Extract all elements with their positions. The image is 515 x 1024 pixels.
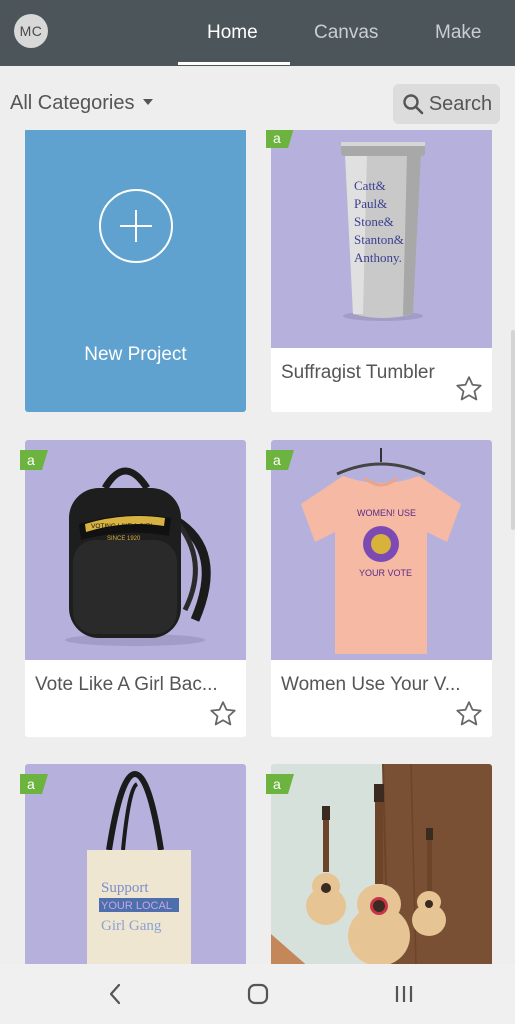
svg-text:a: a <box>273 452 281 468</box>
category-dropdown[interactable]: All Categories <box>10 92 153 115</box>
caret-down-icon <box>142 98 153 105</box>
svg-text:Support: Support <box>101 880 149 896</box>
tab-home[interactable]: Home <box>207 22 258 44</box>
access-badge-icon: a <box>266 450 294 470</box>
favorite-star-icon[interactable] <box>454 374 484 404</box>
project-title: Women Use Your V... <box>281 674 461 695</box>
svg-text:a: a <box>27 776 35 792</box>
recents-icon[interactable] <box>392 982 416 1006</box>
svg-text:WOMEN! USE: WOMEN! USE <box>357 508 416 518</box>
favorite-star-icon[interactable] <box>208 699 238 729</box>
back-icon[interactable] <box>104 982 126 1006</box>
plus-circle-icon <box>99 189 173 263</box>
shirt-image: WOMEN! USE YOUR VOTE <box>271 440 492 660</box>
access-badge-icon: a <box>266 130 294 148</box>
home-icon[interactable] <box>246 982 270 1006</box>
svg-text:a: a <box>273 130 281 146</box>
svg-text:Girl Gang: Girl Gang <box>101 918 162 934</box>
system-nav-bar <box>0 964 515 1024</box>
tote-image: Support YOUR LOCAL Girl Gang <box>25 764 246 964</box>
svg-text:YOUR VOTE: YOUR VOTE <box>359 568 412 578</box>
project-card-tote-bag[interactable]: Support YOUR LOCAL Girl Gang <box>25 764 246 964</box>
search-label: Search <box>428 92 493 115</box>
project-title: Vote Like A Girl Bac... <box>35 674 218 695</box>
guitars-image <box>271 764 492 964</box>
new-project-card[interactable]: New Project <box>25 130 246 412</box>
favorite-star-icon[interactable] <box>454 699 484 729</box>
tab-canvas[interactable]: Canvas <box>314 22 378 44</box>
project-grid[interactable]: New Project Catt& Paul& Stone& Stanton& … <box>0 130 515 964</box>
new-project-label: New Project <box>84 344 187 365</box>
search-icon <box>403 94 424 115</box>
scroll-handle[interactable] <box>511 330 515 530</box>
svg-text:Paul&: Paul& <box>354 196 387 211</box>
top-bar: MC Home Canvas Make <box>0 0 515 66</box>
project-card-suffragist-tumbler[interactable]: Catt& Paul& Stone& Stanton& Anthony. Suf… <box>271 130 492 412</box>
project-title: Suffragist Tumbler <box>281 362 435 383</box>
search-button[interactable]: Search <box>393 84 500 124</box>
access-badge-icon: a <box>266 774 294 794</box>
project-card-vote-like-a-girl-backpack[interactable]: VOTING LIKE A GIRL SINCE 1920 Vote Like … <box>25 440 246 737</box>
svg-text:Catt&: Catt& <box>354 178 386 193</box>
svg-text:Anthony.: Anthony. <box>354 250 402 265</box>
tab-make[interactable]: Make <box>435 22 481 44</box>
svg-text:a: a <box>273 776 281 792</box>
svg-text:SINCE 1920: SINCE 1920 <box>107 536 141 542</box>
svg-text:Stanton&: Stanton& <box>354 232 404 247</box>
access-badge-icon: a <box>20 450 48 470</box>
project-card-guitars[interactable] <box>271 764 492 964</box>
user-avatar[interactable]: MC <box>14 14 48 48</box>
active-tab-indicator <box>178 62 290 65</box>
svg-text:Stone&: Stone& <box>354 214 394 229</box>
svg-text:YOUR LOCAL: YOUR LOCAL <box>101 900 172 912</box>
project-card-women-use-your-vote-shirt[interactable]: WOMEN! USE YOUR VOTE Women Use Your V... <box>271 440 492 737</box>
svg-text:VOTING LIKE A GIRL: VOTING LIKE A GIRL <box>91 523 155 530</box>
svg-text:a: a <box>27 452 35 468</box>
tumbler-image: Catt& Paul& Stone& Stanton& Anthony. <box>271 130 492 348</box>
access-badge-icon: a <box>20 774 48 794</box>
backpack-image: VOTING LIKE A GIRL SINCE 1920 <box>25 440 246 660</box>
category-label: All Categories <box>10 92 135 114</box>
